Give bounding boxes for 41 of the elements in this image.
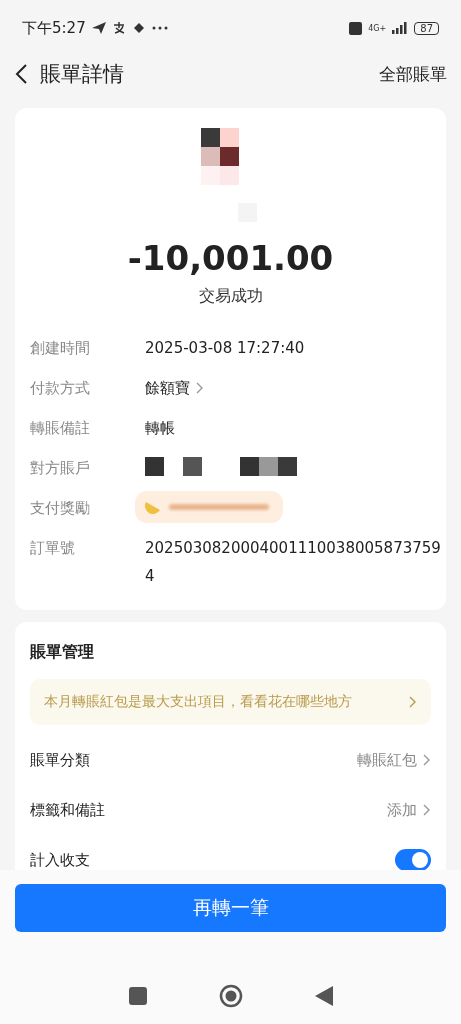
detail-label: 創建時間 [30,338,91,359]
row-label: 標籤和備註 [30,800,105,820]
detail-label: 訂單號 [30,538,76,559]
home-icon[interactable] [218,984,243,1008]
back-icon[interactable] [14,63,28,85]
payment-method-link[interactable]: 餘額寶 [145,377,204,399]
network-label: 4G+ [368,23,387,33]
chevron-right-icon [423,804,431,816]
detail-label: 付款方式 [30,378,91,399]
detail-label: 轉賬備註 [30,418,91,439]
signal-icon [392,22,409,34]
detail-value: 轉帳 [145,418,175,439]
row-label: 計入收支 [30,850,90,870]
detail-value: 2025-03-08 17:27:40 [145,338,305,359]
amount: -10,001.00 [127,238,334,278]
back-nav-icon[interactable] [314,986,333,1006]
row-link[interactable]: 添加 [387,800,431,820]
section-title: 賬單管理 [30,642,95,663]
toggle-switch[interactable] [395,849,431,871]
spending-tip[interactable]: 本月轉賬紅包是最大支出項目，看看花在哪些地方 [30,679,431,725]
chevron-right-icon [423,754,431,766]
all-bills-link[interactable]: 全部賬單 [379,62,447,86]
transaction-status: 交易成功 [198,286,263,307]
detail-value: 2025030820004001110038005873759 4 [145,538,441,587]
transfer-again-button[interactable]: 再轉一筆 [15,884,446,932]
chevron-right-icon [196,382,204,394]
app-icon [111,21,126,35]
volte-icon [349,21,363,35]
page-title: 賬單詳情 [40,61,124,88]
send-icon [91,22,106,34]
row-label: 賬單分類 [30,750,90,770]
status-time: 下午5:27 [22,18,86,38]
battery-level: 87 [414,21,439,35]
detail-label: 支付獎勵 [30,498,91,519]
detail-label: 對方賬戶 [30,458,91,479]
coin-icon [145,500,161,514]
row-link[interactable]: 轉賬紅包 [357,750,431,770]
recents-icon[interactable] [128,987,147,1005]
chevron-right-icon [409,696,417,708]
tip-text: 本月轉賬紅包是最大支出項目，看看花在哪些地方 [44,693,352,711]
more-icon [151,26,168,30]
